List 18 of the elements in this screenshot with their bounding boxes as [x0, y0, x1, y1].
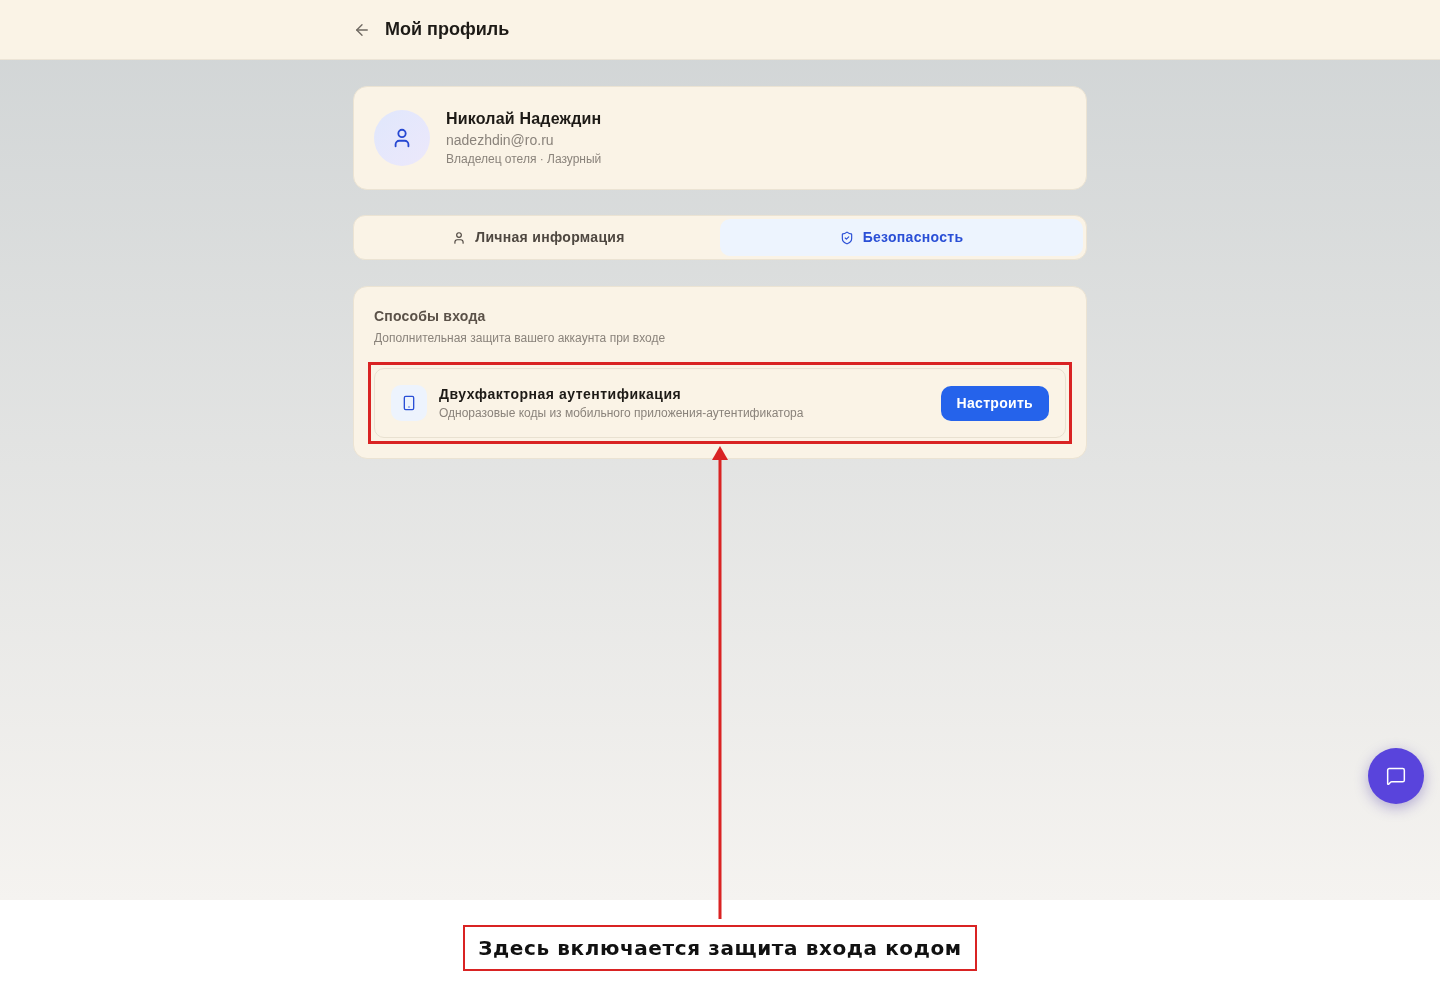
phone-icon	[391, 385, 427, 421]
setup-button[interactable]: Настроить	[940, 385, 1049, 421]
tab[interactable]: Личная информация	[357, 219, 720, 256]
chat-bubble-icon	[1386, 766, 1406, 786]
user-name: Николай Надеждин	[446, 109, 602, 129]
shield-check-icon	[839, 230, 854, 245]
method-title: Двухфакторная аутентификация	[439, 385, 683, 403]
tab[interactable]: Безопасность	[720, 219, 1083, 256]
user-email: nadezhdin@ro.ru	[446, 131, 555, 150]
chat-button[interactable]	[1368, 748, 1424, 804]
page-title: Мой профиль	[385, 18, 510, 41]
method-description: Одноразовые коды из мобильного приложения-аутентификатора	[439, 405, 805, 421]
annotation-caption: Здесь включается защита входа кодом	[478, 935, 962, 960]
person-icon	[452, 230, 467, 245]
section-subtitle: Дополнительная защита вашего аккаунта при входе	[374, 330, 667, 346]
user-role: Владелец отеля · Лазурный	[446, 151, 602, 167]
section-title: Способы входа	[374, 307, 487, 325]
avatar-person-icon	[374, 110, 430, 166]
